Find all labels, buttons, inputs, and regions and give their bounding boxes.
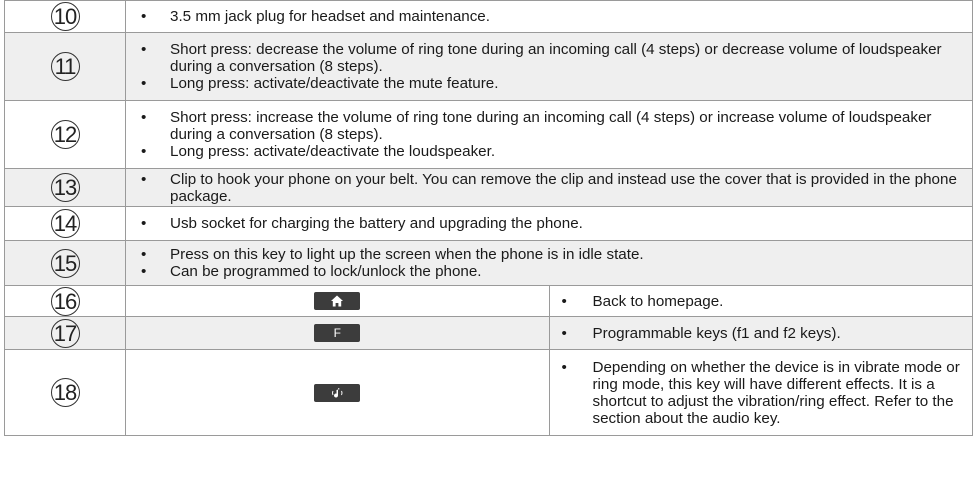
audio-key — [314, 383, 361, 402]
key-cell: F — [125, 316, 550, 350]
list-item: Clip to hook your phone on your belt. Yo… — [126, 171, 972, 205]
description-cell: 3.5 mm jack plug for headset and mainten… — [125, 0, 973, 33]
table-row: 18 Depending on whether the device is in… — [4, 349, 973, 436]
list-item: Short press: decrease the volume of ring… — [126, 41, 972, 75]
number-cell: 11 — [4, 32, 126, 101]
table-row: 15 Press on this key to light up the scr… — [4, 240, 973, 286]
number-cell: 12 — [4, 100, 126, 169]
list-item: Usb socket for charging the battery and … — [126, 215, 972, 232]
row-number: 11 — [50, 52, 80, 81]
number-cell: 15 — [4, 240, 126, 286]
list-item: Press on this key to light up the screen… — [126, 246, 972, 263]
description-cell: Short press: increase the volume of ring… — [125, 100, 973, 169]
table-row: 16 Back to homepage. — [4, 285, 973, 317]
description-cell: Back to homepage. — [548, 285, 973, 317]
number-cell: 13 — [4, 168, 126, 207]
description-cell: Clip to hook your phone on your belt. Yo… — [125, 168, 973, 207]
home-key — [314, 292, 361, 310]
description-cell: Short press: decrease the volume of ring… — [125, 32, 973, 101]
row-number: 12 — [50, 120, 80, 149]
key-cell — [125, 349, 550, 436]
list-item: Can be programmed to lock/unlock the pho… — [126, 263, 972, 280]
list-item: Back to homepage. — [550, 293, 973, 310]
row-number: 14 — [50, 209, 80, 238]
table-row: 11 Short press: decrease the volume of r… — [4, 32, 973, 101]
number-cell: 17 — [4, 316, 126, 350]
row-number: 10 — [50, 2, 80, 31]
description-cell: Programmable keys (f1 and f2 keys). — [548, 316, 973, 350]
home-icon — [331, 295, 344, 307]
table-row: 14 Usb socket for charging the battery a… — [4, 206, 973, 241]
key-cell — [125, 285, 550, 317]
list-item: Short press: increase the volume of ring… — [126, 109, 972, 143]
number-cell: 16 — [4, 285, 126, 317]
description-cell: Press on this key to light up the screen… — [125, 240, 973, 286]
list-item: Long press: activate/deactivate the mute… — [126, 75, 972, 92]
list-item: Long press: activate/deactivate the loud… — [126, 143, 972, 160]
number-cell: 14 — [4, 206, 126, 241]
list-item: Programmable keys (f1 and f2 keys). — [550, 325, 973, 342]
table-row: 17 F Programmable keys (f1 and f2 keys). — [4, 316, 973, 350]
description-cell: Depending on whether the device is in vi… — [548, 349, 973, 436]
f-key-icon: F — [314, 324, 361, 342]
row-number: 18 — [50, 378, 80, 407]
table-row: 10 3.5 mm jack plug for headset and main… — [4, 0, 973, 33]
table-row: 12 Short press: increase the volume of r… — [4, 100, 973, 169]
audio-key-icon — [332, 387, 343, 398]
number-cell: 18 — [4, 349, 126, 436]
row-number: 13 — [50, 173, 80, 202]
key-description-table: 10 3.5 mm jack plug for headset and main… — [4, 0, 973, 436]
row-number: 17 — [50, 318, 80, 348]
description-cell: Usb socket for charging the battery and … — [125, 206, 973, 241]
row-number: 15 — [50, 248, 80, 278]
table-row: 13 Clip to hook your phone on your belt.… — [4, 168, 973, 207]
row-number: 16 — [50, 286, 80, 316]
list-item: Depending on whether the device is in vi… — [550, 359, 973, 427]
list-item: 3.5 mm jack plug for headset and mainten… — [126, 8, 972, 25]
number-cell: 10 — [4, 0, 126, 33]
